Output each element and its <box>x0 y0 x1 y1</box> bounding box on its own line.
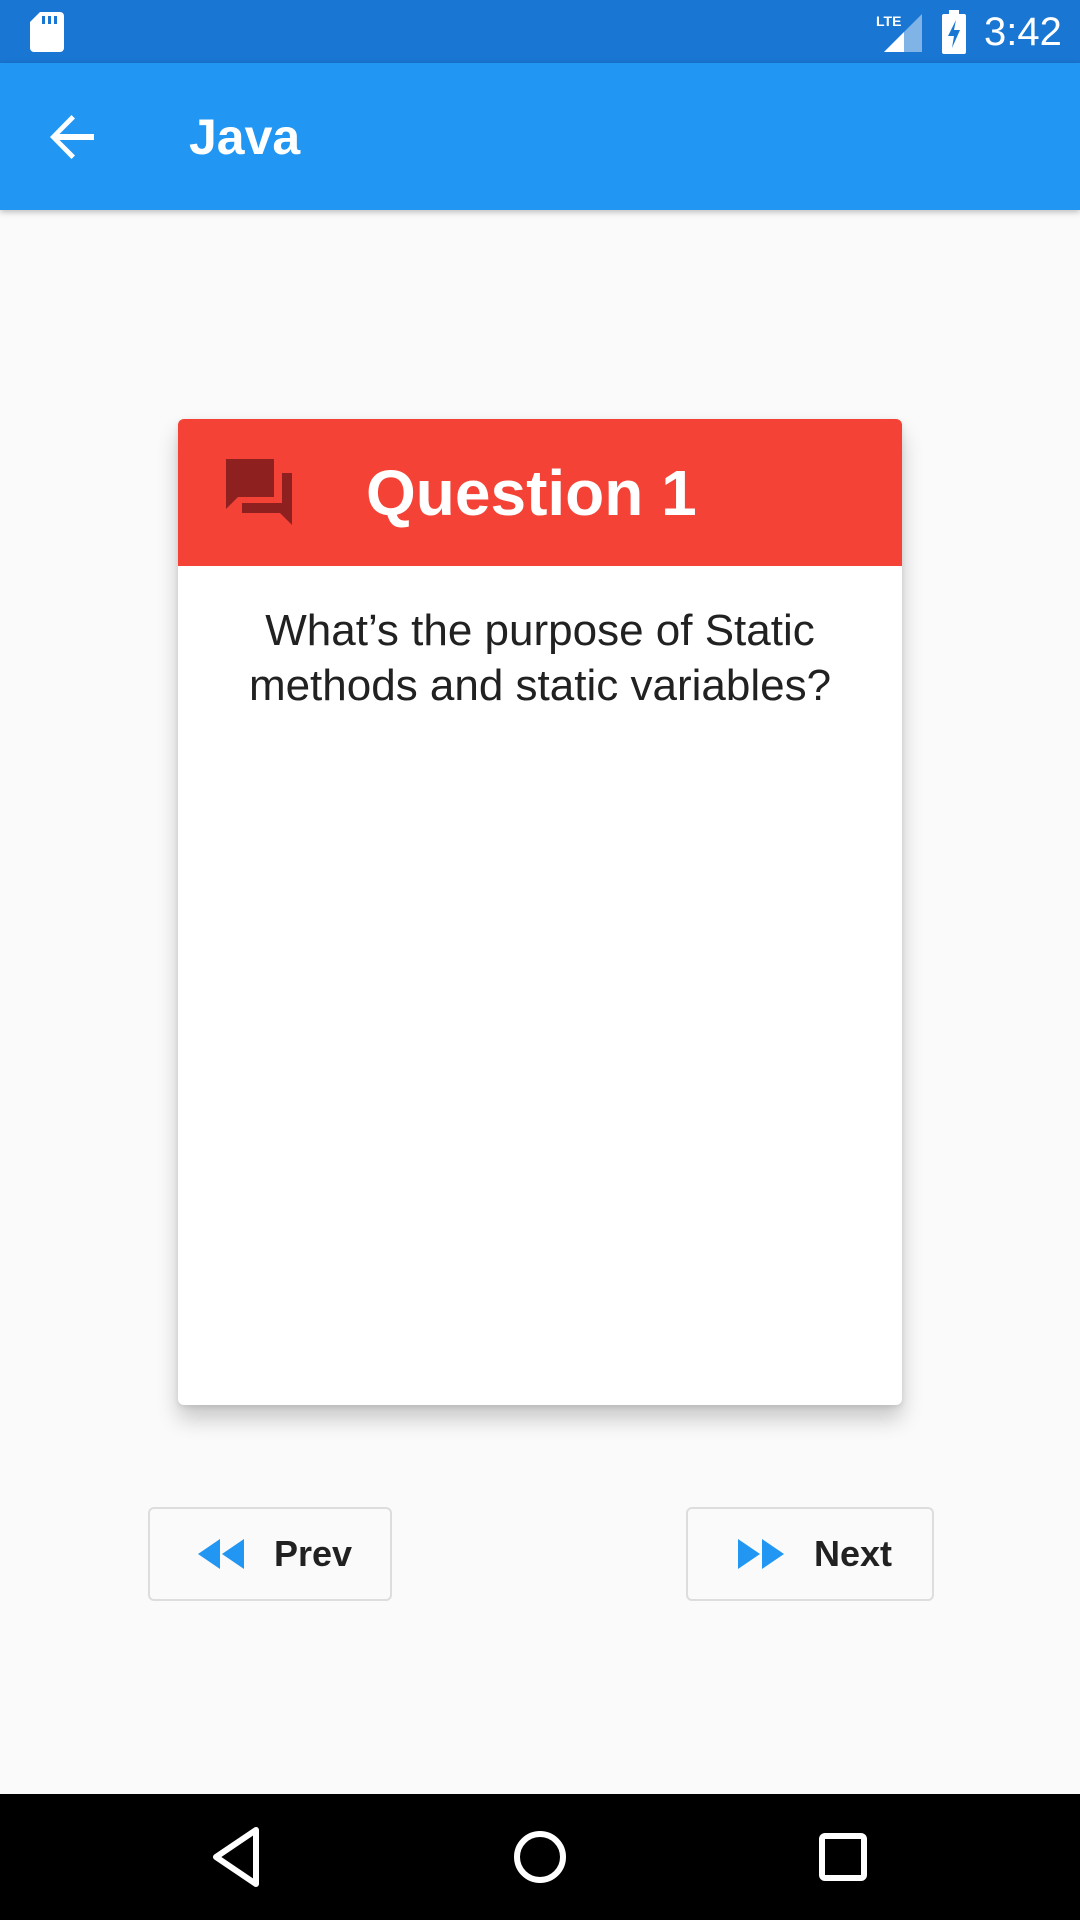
question-card: Question 1 What’s the purpose of Static … <box>178 419 902 1405</box>
status-clock: 3:42 <box>984 10 1062 54</box>
arrow-back-icon <box>50 115 94 159</box>
next-button[interactable]: Next <box>686 1507 934 1601</box>
network-type-label: LTE <box>876 13 901 29</box>
question-text: What’s the purpose of Static methods and… <box>248 606 832 710</box>
battery-charging-icon <box>942 10 966 54</box>
next-label: Next <box>814 1533 893 1574</box>
fast-forward-icon <box>738 1539 784 1569</box>
question-title: Question 1 <box>366 457 697 529</box>
back-button[interactable] <box>40 104 106 170</box>
signal-icon: LTE <box>876 13 922 52</box>
system-nav-bar <box>0 1794 1080 1920</box>
fast-rewind-icon <box>198 1539 244 1569</box>
nav-back-icon[interactable] <box>202 1822 272 1892</box>
status-bar: LTE 3:42 <box>0 0 1080 63</box>
card-header: Question 1 <box>178 419 902 566</box>
nav-recents-icon[interactable] <box>808 1822 878 1892</box>
nav-home-icon[interactable] <box>505 1822 575 1892</box>
forum-icon <box>226 459 292 525</box>
sd-card-icon <box>30 12 64 52</box>
prev-button[interactable]: Prev <box>148 1507 392 1601</box>
prev-label: Prev <box>274 1533 353 1574</box>
app-bar: Java <box>0 63 1080 210</box>
app-title: Java <box>189 109 301 165</box>
